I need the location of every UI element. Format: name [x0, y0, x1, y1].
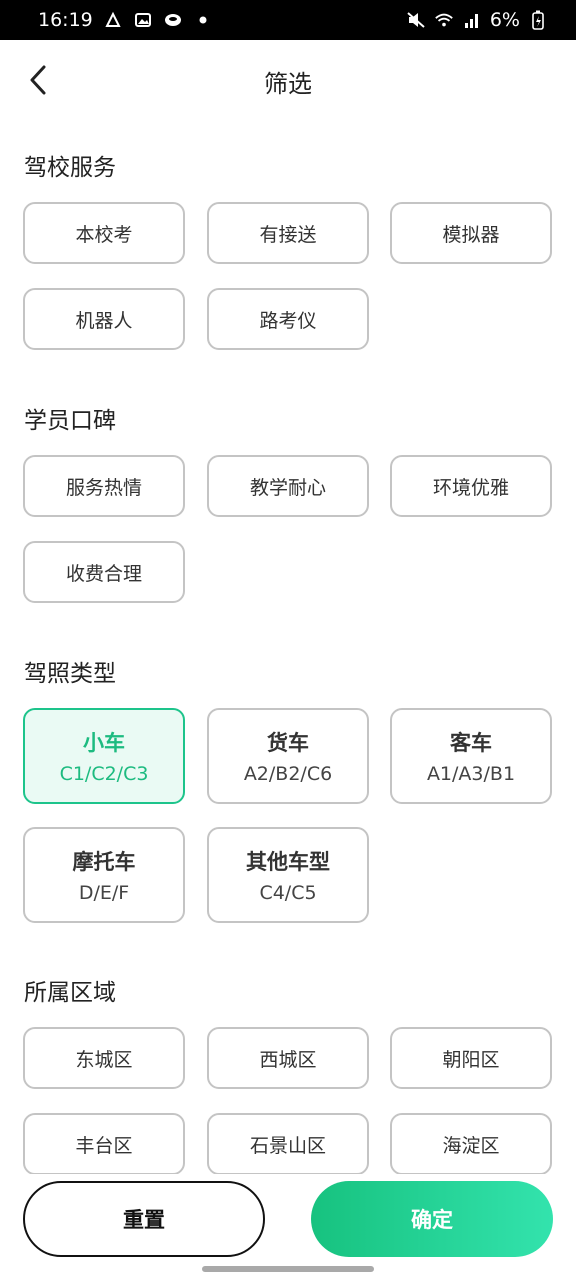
confirm-button[interactable]: 确定 [311, 1181, 553, 1257]
notification-image-icon [133, 10, 153, 30]
mute-icon [406, 10, 426, 30]
section-title-license-type: 驾照类型 [24, 661, 116, 687]
notification-app-icon [163, 10, 183, 30]
section-title-district: 所属区域 [24, 980, 116, 1006]
reset-button[interactable]: 重置 [23, 1181, 265, 1257]
option-district-3[interactable]: 丰台区 [23, 1113, 185, 1174]
license-name: 其他车型 [246, 850, 330, 874]
option-student-reviews-3[interactable]: 收费合理 [23, 541, 185, 603]
header: 筛选 [0, 40, 576, 122]
license-name: 小车 [83, 731, 125, 755]
bottom-action-bar: 重置 确定 [0, 1174, 576, 1280]
option-student-reviews-0[interactable]: 服务热情 [23, 455, 185, 517]
license-codes: A1/A3/B1 [426, 763, 516, 785]
status-bar: 16:19 6% [0, 0, 576, 40]
license-name: 货车 [267, 731, 309, 755]
battery-percent: 6% [489, 9, 520, 31]
option-license-motorcycle[interactable]: 摩托车 D/E/F [23, 827, 185, 923]
option-school-services-0[interactable]: 本校考 [23, 202, 185, 264]
license-codes: A2/B2/C6 [243, 763, 333, 785]
option-district-4[interactable]: 石景山区 [207, 1113, 369, 1174]
option-student-reviews-2[interactable]: 环境优雅 [390, 455, 552, 517]
license-codes: C1/C2/C3 [59, 763, 149, 785]
status-time: 16:19 [38, 9, 93, 31]
license-name: 摩托车 [72, 850, 136, 874]
notification-dot-icon [193, 10, 213, 30]
home-indicator[interactable] [202, 1266, 374, 1272]
option-school-services-3[interactable]: 机器人 [23, 288, 185, 350]
battery-charging-icon [528, 10, 548, 30]
notification-sailboat-icon [103, 10, 123, 30]
option-district-5[interactable]: 海淀区 [390, 1113, 552, 1174]
signal-icon [462, 10, 482, 30]
option-license-bus[interactable]: 客车 A1/A3/B1 [390, 708, 552, 804]
filter-content[interactable]: 驾校服务 本校考 有接送 模拟器 机器人 路考仪 学员口碑 服务热情 教学耐心 … [0, 122, 576, 1174]
option-license-truck[interactable]: 货车 A2/B2/C6 [207, 708, 369, 804]
option-license-other[interactable]: 其他车型 C4/C5 [207, 827, 369, 923]
license-name: 客车 [450, 731, 492, 755]
page-title: 筛选 [264, 69, 312, 98]
section-title-student-reviews: 学员口碑 [24, 408, 116, 434]
back-button[interactable] [20, 62, 56, 98]
section-title-school-services: 驾校服务 [24, 155, 116, 181]
back-arrow-icon [30, 65, 46, 95]
option-school-services-4[interactable]: 路考仪 [207, 288, 369, 350]
option-school-services-2[interactable]: 模拟器 [390, 202, 552, 264]
license-codes: C4/C5 [259, 882, 317, 904]
option-school-services-1[interactable]: 有接送 [207, 202, 369, 264]
option-district-0[interactable]: 东城区 [23, 1027, 185, 1089]
option-district-2[interactable]: 朝阳区 [390, 1027, 552, 1089]
option-district-1[interactable]: 西城区 [207, 1027, 369, 1089]
option-student-reviews-1[interactable]: 教学耐心 [207, 455, 369, 517]
wifi-icon [434, 10, 454, 30]
license-codes: D/E/F [78, 882, 130, 904]
option-license-car[interactable]: 小车 C1/C2/C3 [23, 708, 185, 804]
